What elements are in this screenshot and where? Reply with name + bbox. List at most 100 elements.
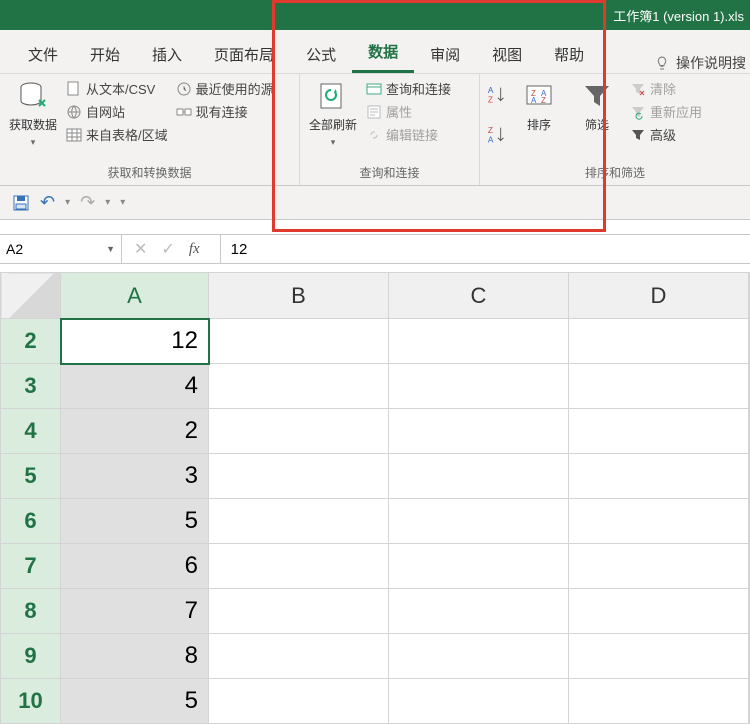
svg-text:Z: Z bbox=[488, 95, 493, 104]
cell[interactable] bbox=[209, 499, 389, 544]
cell[interactable] bbox=[209, 679, 389, 724]
cell[interactable] bbox=[749, 319, 750, 364]
cell[interactable] bbox=[569, 589, 749, 634]
cell[interactable] bbox=[569, 634, 749, 679]
column-header[interactable]: D bbox=[569, 273, 749, 319]
save-icon[interactable] bbox=[12, 194, 30, 212]
cell[interactable] bbox=[209, 634, 389, 679]
cell[interactable] bbox=[389, 679, 569, 724]
queries-connections-button[interactable]: 查询和连接 bbox=[364, 78, 453, 99]
from-text-csv-button[interactable]: 从文本/CSV bbox=[64, 78, 170, 99]
column-header[interactable]: B bbox=[209, 273, 389, 319]
enter-icon[interactable]: ✓ bbox=[161, 239, 174, 259]
column-header[interactable]: C bbox=[389, 273, 569, 319]
row-header[interactable]: 9 bbox=[1, 634, 61, 679]
cell[interactable] bbox=[569, 544, 749, 589]
from-table-button[interactable]: 来自表格/区域 bbox=[64, 124, 170, 145]
cell[interactable] bbox=[209, 409, 389, 454]
chevron-down-icon: ▼ bbox=[106, 244, 115, 254]
cell[interactable] bbox=[749, 364, 750, 409]
qat-customize-icon[interactable]: ▾ bbox=[120, 197, 125, 208]
reapply-button[interactable]: 重新应用 bbox=[628, 101, 704, 122]
cell[interactable] bbox=[209, 364, 389, 409]
cell[interactable]: 2 bbox=[61, 409, 209, 454]
cancel-icon[interactable]: ✕ bbox=[134, 239, 147, 259]
redo-button[interactable]: ↷ bbox=[80, 192, 95, 213]
cell[interactable] bbox=[389, 364, 569, 409]
cell[interactable]: 3 bbox=[61, 454, 209, 499]
tab-file[interactable]: 文件 bbox=[12, 34, 74, 73]
tab-formula[interactable]: 公式 bbox=[290, 34, 352, 73]
existing-connections-button[interactable]: 现有连接 bbox=[174, 101, 276, 122]
row-header[interactable]: 10 bbox=[1, 679, 61, 724]
cell[interactable] bbox=[389, 454, 569, 499]
cell[interactable] bbox=[389, 634, 569, 679]
recent-sources-button[interactable]: 最近使用的源 bbox=[174, 78, 276, 99]
advanced-filter-button[interactable]: 高级 bbox=[628, 124, 704, 145]
tab-data[interactable]: 数据 bbox=[352, 31, 414, 73]
cell[interactable] bbox=[749, 679, 750, 724]
cell[interactable]: 5 bbox=[61, 679, 209, 724]
cell[interactable] bbox=[209, 589, 389, 634]
properties-button[interactable]: 属性 bbox=[364, 101, 453, 122]
tab-help[interactable]: 帮助 bbox=[538, 34, 600, 73]
cell[interactable] bbox=[389, 544, 569, 589]
tab-view[interactable]: 视图 bbox=[476, 34, 538, 73]
cell[interactable] bbox=[569, 454, 749, 499]
filter-button[interactable]: 筛选 bbox=[570, 78, 624, 133]
column-header[interactable]: A bbox=[61, 273, 209, 319]
sort-asc-icon[interactable]: AZ bbox=[486, 84, 508, 106]
cell[interactable]: 5 bbox=[61, 499, 209, 544]
group-label: 排序和筛选 bbox=[486, 162, 744, 183]
tab-layout[interactable]: 页面布局 bbox=[198, 34, 290, 73]
fx-icon[interactable]: fx bbox=[189, 241, 208, 258]
cell[interactable] bbox=[389, 589, 569, 634]
tab-review[interactable]: 审阅 bbox=[414, 34, 476, 73]
cell[interactable] bbox=[749, 634, 750, 679]
select-all-corner[interactable] bbox=[1, 273, 61, 319]
clear-filter-button[interactable]: 清除 bbox=[628, 78, 704, 99]
sort-button[interactable]: ZAAZ 排序 bbox=[512, 78, 566, 133]
tell-me-search[interactable]: 操作说明搜 bbox=[654, 53, 750, 73]
cell[interactable] bbox=[389, 409, 569, 454]
worksheet-grid[interactable]: A B C D 21234425365768798105 bbox=[0, 272, 750, 724]
row-header[interactable]: 7 bbox=[1, 544, 61, 589]
tab-insert[interactable]: 插入 bbox=[136, 34, 198, 73]
cell[interactable]: 7 bbox=[61, 589, 209, 634]
cell[interactable] bbox=[569, 319, 749, 364]
cell[interactable] bbox=[749, 544, 750, 589]
cell[interactable] bbox=[569, 679, 749, 724]
row-header[interactable]: 6 bbox=[1, 499, 61, 544]
sort-desc-icon[interactable]: ZA bbox=[486, 124, 508, 146]
cell[interactable]: 12 bbox=[61, 319, 209, 364]
row-header[interactable]: 2 bbox=[1, 319, 61, 364]
formula-input[interactable] bbox=[220, 235, 750, 263]
row-header[interactable]: 4 bbox=[1, 409, 61, 454]
refresh-all-button[interactable]: 全部刷新 ▾ bbox=[306, 78, 360, 148]
name-box[interactable]: A2 ▼ bbox=[0, 235, 122, 263]
cell[interactable] bbox=[389, 499, 569, 544]
cell[interactable]: 8 bbox=[61, 634, 209, 679]
cell[interactable] bbox=[749, 409, 750, 454]
cell[interactable]: 6 bbox=[61, 544, 209, 589]
row-header[interactable]: 3 bbox=[1, 364, 61, 409]
row-header[interactable]: 5 bbox=[1, 454, 61, 499]
cell[interactable] bbox=[569, 499, 749, 544]
cell[interactable] bbox=[389, 319, 569, 364]
cell[interactable] bbox=[749, 589, 750, 634]
cell[interactable] bbox=[209, 319, 389, 364]
cell[interactable] bbox=[209, 544, 389, 589]
column-header[interactable] bbox=[749, 273, 750, 319]
cell[interactable] bbox=[749, 454, 750, 499]
cell[interactable] bbox=[209, 454, 389, 499]
cell[interactable] bbox=[569, 364, 749, 409]
get-data-button[interactable]: 获取数据 ▾ bbox=[6, 78, 60, 148]
cell[interactable] bbox=[569, 409, 749, 454]
cell[interactable]: 4 bbox=[61, 364, 209, 409]
row-header[interactable]: 8 bbox=[1, 589, 61, 634]
from-web-button[interactable]: 自网站 bbox=[64, 101, 170, 122]
tab-home[interactable]: 开始 bbox=[74, 34, 136, 73]
edit-links-button[interactable]: 编辑链接 bbox=[364, 124, 453, 145]
cell[interactable] bbox=[749, 499, 750, 544]
undo-button[interactable]: ↶ bbox=[40, 192, 55, 213]
